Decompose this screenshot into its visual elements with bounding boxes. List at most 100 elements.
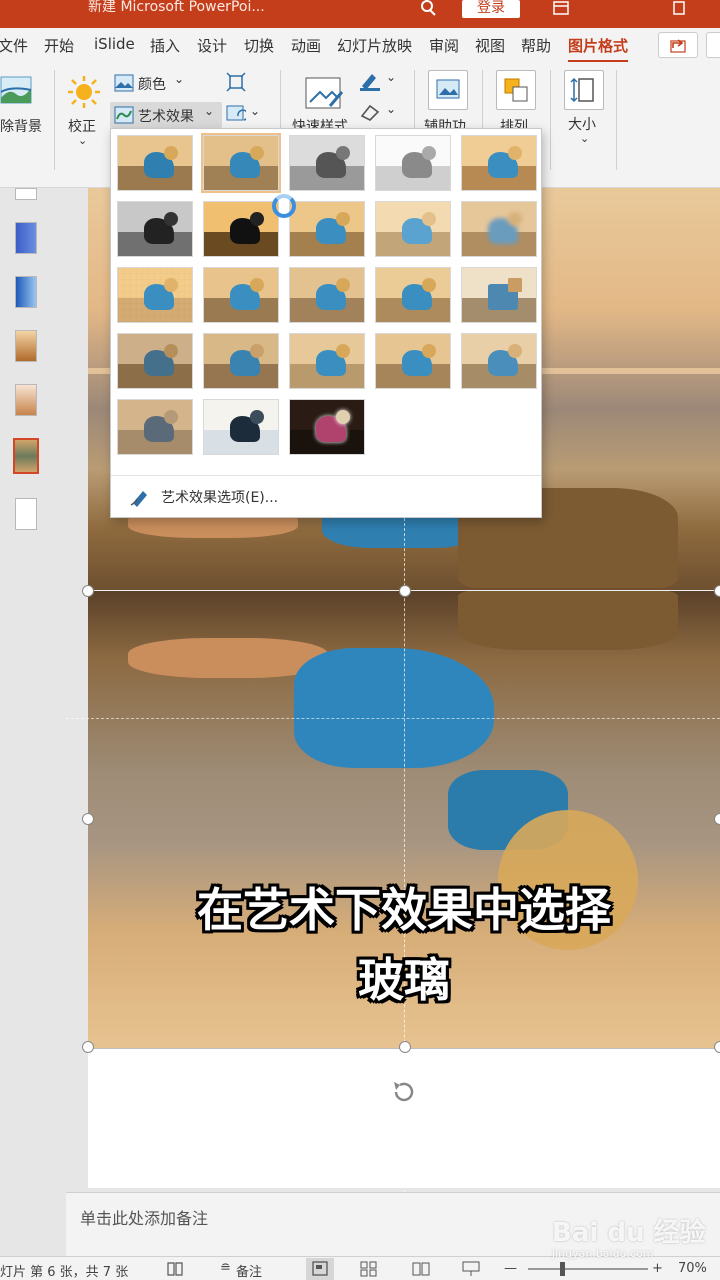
- zoom-in-button[interactable]: +: [652, 1261, 663, 1276]
- resize-handle[interactable]: [714, 1041, 720, 1053]
- slide-thumbnail[interactable]: [15, 276, 37, 308]
- chevron-down-icon[interactable]: ⌄: [386, 102, 396, 116]
- notes-toggle-label[interactable]: 备注: [236, 1261, 262, 1280]
- art-effect-film-grain[interactable]: [289, 267, 365, 323]
- baidu-watermark: Bai du 经验 jingyan.baidu.com: [552, 1212, 706, 1260]
- art-effect-glass[interactable]: [461, 267, 537, 323]
- resize-handle[interactable]: [714, 813, 720, 825]
- slide-counter: 灯片 第 6 张，共 7 张: [0, 1265, 129, 1280]
- slide-thumbnail[interactable]: [15, 498, 37, 530]
- change-picture-icon[interactable]: [226, 104, 246, 124]
- reading-view-icon[interactable]: [410, 1260, 432, 1278]
- normal-view-icon: [312, 1261, 328, 1276]
- chevron-down-icon[interactable]: ⌄: [78, 134, 87, 147]
- art-effect-cutout[interactable]: [117, 399, 193, 455]
- ribbon-separator: [54, 70, 55, 170]
- art-effects-gallery[interactable]: 艺术效果选项(E)...: [110, 128, 542, 518]
- restore-icon[interactable]: [668, 0, 690, 16]
- size-label[interactable]: 大小: [568, 114, 596, 134]
- chevron-down-icon[interactable]: ⌄: [580, 132, 589, 145]
- art-effect-paint-strokes[interactable]: [203, 201, 279, 257]
- art-effect-mosaic-bubbles[interactable]: [375, 267, 451, 323]
- tab-home[interactable]: 开始: [44, 35, 74, 56]
- art-effect-photocopy[interactable]: [203, 399, 279, 455]
- tab-picture-format[interactable]: 图片格式: [568, 35, 629, 63]
- ribbon-display-icon[interactable]: [550, 0, 572, 16]
- slide-thumbnail[interactable]: [15, 222, 37, 254]
- art-effect-pastels-smooth[interactable]: [375, 333, 451, 389]
- art-effect-line-drawing[interactable]: [461, 135, 537, 191]
- resize-handle[interactable]: [714, 585, 720, 597]
- art-effects-icon: [114, 106, 134, 124]
- art-effect-none[interactable]: [117, 135, 193, 191]
- rotate-handle-icon[interactable]: [388, 1076, 420, 1108]
- share-button[interactable]: [658, 32, 698, 58]
- normal-view-button[interactable]: [306, 1258, 334, 1280]
- chevron-down-icon[interactable]: ⌄: [386, 70, 396, 84]
- art-effect-crisscross-etching[interactable]: [289, 333, 365, 389]
- size-button[interactable]: [564, 70, 604, 110]
- remove-background-label[interactable]: 除背景: [0, 116, 42, 136]
- art-effect-texturizer[interactable]: [203, 333, 279, 389]
- art-effects-label: 艺术效果: [138, 109, 194, 125]
- tab-view[interactable]: 视图: [475, 35, 505, 56]
- corrections-sun-icon[interactable]: [66, 74, 102, 110]
- art-effect-paint-brush[interactable]: [289, 201, 365, 257]
- tab-review[interactable]: 审阅: [429, 35, 459, 56]
- search-icon[interactable]: [418, 0, 438, 16]
- art-effect-watercolor-sponge[interactable]: [203, 267, 279, 323]
- notes-placeholder[interactable]: 单击此处添加备注: [80, 1205, 208, 1229]
- art-effect-glow-edges[interactable]: [289, 399, 365, 455]
- color-picture-icon[interactable]: [114, 74, 134, 92]
- slide-thumbnail[interactable]: [15, 330, 37, 362]
- picture-effects-icon[interactable]: [358, 102, 382, 122]
- quick-styles-icon[interactable]: [304, 76, 344, 112]
- tab-insert[interactable]: 插入: [150, 35, 180, 56]
- art-effect-cement[interactable]: [117, 333, 193, 389]
- slideshow-icon[interactable]: [460, 1260, 482, 1278]
- chevron-down-icon[interactable]: ⌄: [174, 72, 184, 86]
- tab-help[interactable]: 帮助: [521, 35, 551, 56]
- menu-divider: [111, 475, 541, 476]
- art-effect-marker[interactable]: [201, 133, 281, 193]
- art-effect-glow-diffused[interactable]: [375, 201, 451, 257]
- color-label[interactable]: 颜色: [138, 74, 166, 94]
- art-effect-light-screen[interactable]: [117, 267, 193, 323]
- compress-pictures-icon[interactable]: [226, 72, 246, 92]
- corrections-label[interactable]: 校正: [68, 116, 96, 136]
- resize-handle[interactable]: [82, 585, 94, 597]
- zoom-out-button[interactable]: —: [504, 1261, 517, 1276]
- art-effect-blur[interactable]: [461, 201, 537, 257]
- login-button[interactable]: 登录: [462, 0, 520, 18]
- resize-handle[interactable]: [399, 1041, 411, 1053]
- tab-design[interactable]: 设计: [197, 35, 227, 56]
- resize-handle[interactable]: [399, 585, 411, 597]
- zoom-slider-thumb[interactable]: [560, 1262, 565, 1276]
- notes-toggle-icon[interactable]: ≘: [220, 1261, 231, 1276]
- zoom-level[interactable]: 70%: [678, 1261, 707, 1276]
- remove-background-icon[interactable]: [0, 74, 34, 108]
- slide-sorter-icon[interactable]: [358, 1260, 380, 1278]
- resize-handle[interactable]: [82, 1041, 94, 1053]
- slide-thumbnail[interactable]: [15, 188, 37, 200]
- alt-text-button[interactable]: [428, 70, 468, 110]
- art-effects-button[interactable]: 艺术效果 ⌄: [110, 102, 222, 128]
- art-effect-plastic-wrap[interactable]: [461, 333, 537, 389]
- slide-thumbnail-selected[interactable]: [13, 438, 39, 474]
- art-effect-pencil-grayscale[interactable]: [289, 135, 365, 191]
- chevron-down-icon[interactable]: ⌄: [250, 104, 260, 118]
- tab-transitions[interactable]: 切换: [244, 35, 274, 56]
- tab-animations[interactable]: 动画: [291, 35, 321, 56]
- accessibility-check-icon[interactable]: [166, 1261, 184, 1277]
- art-effect-chalk-sketch[interactable]: [117, 201, 193, 257]
- tab-file[interactable]: 文件: [0, 35, 28, 56]
- comments-button[interactable]: [706, 32, 720, 58]
- slide-thumbnail[interactable]: [15, 384, 37, 416]
- resize-handle[interactable]: [82, 813, 94, 825]
- arrange-button[interactable]: [496, 70, 536, 110]
- picture-border-icon[interactable]: [358, 70, 382, 92]
- tab-slideshow[interactable]: 幻灯片放映: [337, 35, 412, 56]
- zoom-slider[interactable]: [528, 1268, 648, 1270]
- art-effect-pencil-sketch[interactable]: [375, 135, 451, 191]
- tab-islide[interactable]: iSlide: [94, 35, 135, 53]
